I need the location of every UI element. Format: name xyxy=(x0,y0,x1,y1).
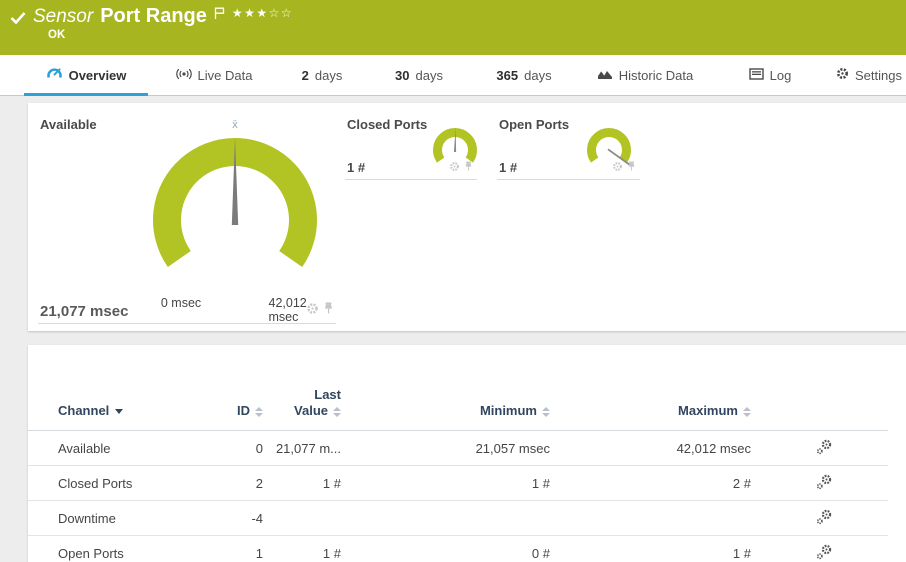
column-header-maximum[interactable]: Maximum xyxy=(550,373,751,431)
column-header-channel[interactable]: Channel xyxy=(28,373,213,431)
column-header-last-value[interactable]: Last Value xyxy=(263,373,353,431)
tab-2-days[interactable]: 2 days xyxy=(293,55,351,95)
gear-icon[interactable] xyxy=(306,302,319,320)
table-row[interactable]: Closed Ports 2 1 # 1 # 2 # xyxy=(28,465,888,501)
chart-icon xyxy=(597,68,613,83)
column-header-id[interactable]: ID xyxy=(213,373,263,431)
ok-check-icon xyxy=(10,11,26,30)
pin-icon[interactable] xyxy=(464,159,473,177)
gauge-title: Available xyxy=(40,117,97,132)
gauge-title: Closed Ports xyxy=(347,117,428,132)
cell-minimum xyxy=(353,500,550,536)
cell-channel: Available xyxy=(28,430,213,466)
sensor-type-label: Sensor xyxy=(33,6,94,27)
tab-overview[interactable]: Overview xyxy=(24,55,148,96)
cell-last-value: 1 # xyxy=(263,535,353,562)
sort-icon xyxy=(255,406,263,417)
tab-label: Live Data xyxy=(197,67,253,83)
channel-settings-icon[interactable] xyxy=(816,544,833,562)
active-tab-underline xyxy=(24,93,148,96)
mean-marker: x̄ xyxy=(232,119,238,131)
cell-channel: Open Ports xyxy=(28,535,213,562)
cell-channel: Closed Ports xyxy=(28,465,213,501)
tab-historic-data[interactable]: Historic Data xyxy=(590,55,700,95)
sort-caret-icon xyxy=(115,409,124,415)
cell-last-value xyxy=(263,500,353,536)
available-gauge: x̄ xyxy=(153,119,317,268)
log-icon xyxy=(748,67,764,83)
sort-icon xyxy=(743,406,751,417)
gauge-current-value: 21,077 msec xyxy=(40,303,129,320)
gear-icon[interactable] xyxy=(449,159,460,177)
table-row[interactable]: Available 0 21,077 m... 21,057 msec 42,0… xyxy=(28,430,888,466)
pin-icon[interactable] xyxy=(323,302,334,320)
gauge-icon xyxy=(46,67,63,83)
cell-maximum: 2 # xyxy=(550,465,751,501)
priority-stars[interactable]: ★★★☆☆ xyxy=(232,6,293,20)
gear-icon[interactable] xyxy=(612,159,623,177)
prtg-sensor-page: Sensor Port Range ★★★☆☆ OK Overview Live… xyxy=(0,0,906,562)
sort-icon xyxy=(333,406,341,417)
tab-label: Overview xyxy=(68,67,127,83)
tab-30-days[interactable]: 30 days xyxy=(388,55,450,95)
cell-channel: Downtime xyxy=(28,500,213,536)
channel-table-panel: Channel ID Last Value Minimum Maximum Av… xyxy=(28,345,906,562)
channel-settings-icon[interactable] xyxy=(816,474,833,493)
tab-365-days[interactable]: 365 days xyxy=(488,55,560,95)
cell-last-value: 1 # xyxy=(263,465,353,501)
table-header-row: Channel ID Last Value Minimum Maximum xyxy=(28,373,888,431)
tab-settings[interactable]: Settings xyxy=(833,55,905,95)
cell-id: 0 xyxy=(213,430,263,466)
sensor-header: Sensor Port Range ★★★☆☆ OK xyxy=(0,0,906,55)
channel-settings-icon[interactable] xyxy=(816,439,833,458)
tab-log[interactable]: Log xyxy=(744,55,796,95)
cell-id: 2 xyxy=(213,465,263,501)
cell-minimum: 21,057 msec xyxy=(353,430,550,466)
tab-bar: Overview Live Data 2 days 30 days 365 da… xyxy=(0,55,906,96)
cell-id: 1 xyxy=(213,535,263,562)
pin-icon[interactable] xyxy=(627,159,636,177)
tab-label: Historic Data xyxy=(618,67,694,83)
gauge-current-value: 1 # xyxy=(499,160,518,175)
gauge-tile-closed-ports[interactable]: Closed Ports 1 # xyxy=(345,113,477,180)
cell-minimum: 0 # xyxy=(353,535,550,562)
status-badge: OK xyxy=(48,29,66,41)
live-data-icon xyxy=(175,68,192,83)
column-header-minimum[interactable]: Minimum xyxy=(353,373,550,431)
cell-minimum: 1 # xyxy=(353,465,550,501)
gauge-title: Open Ports xyxy=(499,117,570,132)
sensor-title: Port Range xyxy=(100,5,207,27)
tab-live-data[interactable]: Live Data xyxy=(168,55,260,95)
tab-label: Log xyxy=(769,67,792,83)
gauge-tile-open-ports[interactable]: Open Ports 1 # xyxy=(497,113,640,180)
channel-settings-icon[interactable] xyxy=(816,509,833,528)
cell-maximum xyxy=(550,500,751,536)
gauge-current-value: 1 # xyxy=(347,160,366,175)
cell-maximum: 1 # xyxy=(550,535,751,562)
gauge-tile-available[interactable]: Available x̄ 0 msec 42,012 msec 21,077 m… xyxy=(38,113,336,324)
table-row[interactable]: Open Ports 1 1 # 0 # 1 # xyxy=(28,535,888,562)
channel-table: Channel ID Last Value Minimum Maximum Av… xyxy=(28,373,888,562)
cell-id: -4 xyxy=(213,500,263,536)
cell-last-value: 21,077 m... xyxy=(263,430,353,466)
gauge-min-label: 0 msec xyxy=(160,296,202,310)
flag-icon[interactable] xyxy=(214,7,225,25)
gauges-panel: Available x̄ 0 msec 42,012 msec 21,077 m… xyxy=(28,103,906,331)
sort-icon xyxy=(542,406,550,417)
table-row[interactable]: Downtime -4 xyxy=(28,500,888,536)
cell-maximum: 42,012 msec xyxy=(550,430,751,466)
tab-label: Settings xyxy=(855,67,902,83)
gear-icon xyxy=(836,67,849,83)
